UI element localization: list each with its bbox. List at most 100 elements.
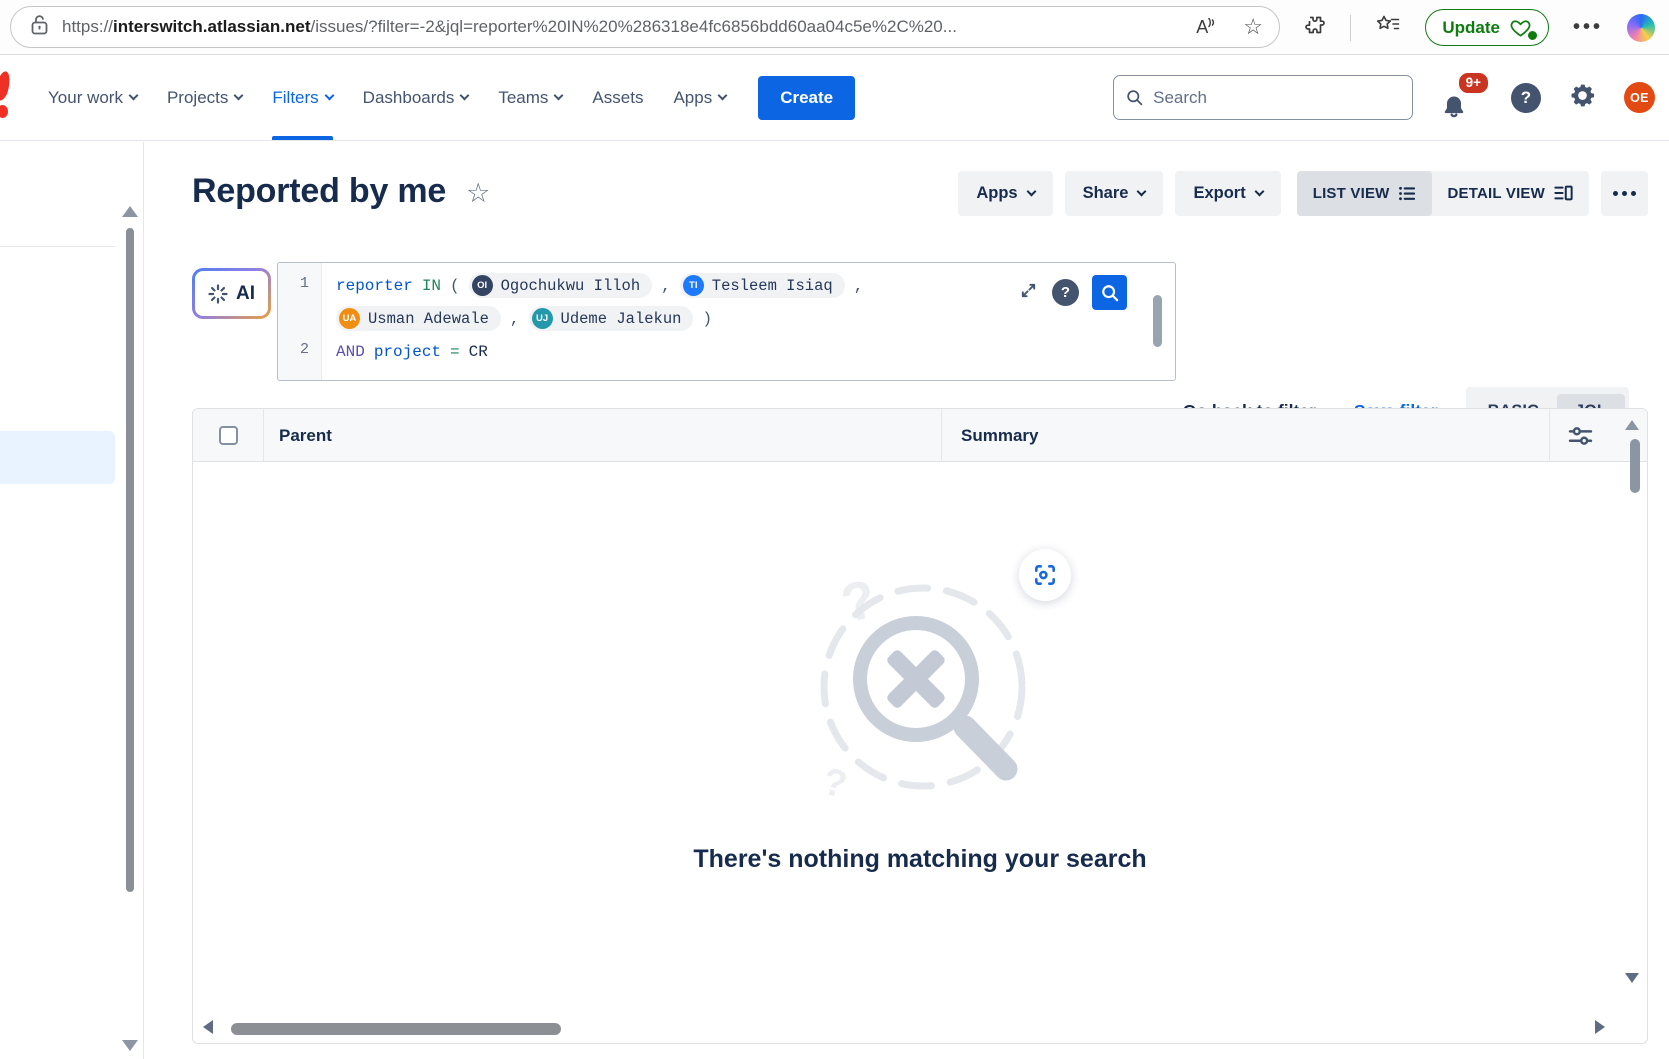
scroll-up-icon[interactable] — [122, 206, 138, 217]
read-aloud-icon[interactable]: A — [1196, 17, 1217, 38]
jql-keyword: AND — [336, 343, 365, 361]
chevron-down-icon — [1026, 186, 1036, 196]
nav-teams[interactable]: Teams — [498, 55, 562, 140]
expand-icon[interactable] — [1018, 280, 1039, 306]
bell-icon — [1440, 93, 1468, 121]
toolbar-divider — [1350, 15, 1351, 41]
scroll-up-icon[interactable] — [1625, 420, 1639, 430]
nav-dashboards[interactable]: Dashboards — [363, 55, 469, 140]
apps-button[interactable]: Apps — [958, 171, 1052, 216]
column-header-summary[interactable]: Summary — [961, 409, 1038, 462]
view-switcher: LIST VIEW DETAIL VIEW — [1297, 171, 1589, 216]
editor-scrollbar[interactable] — [1153, 295, 1162, 347]
create-button[interactable]: Create — [758, 76, 855, 120]
sliders-icon — [1568, 425, 1593, 447]
sidebar-scrollbar[interactable] — [126, 228, 134, 892]
table-header: Parent Summary — [193, 409, 1647, 462]
nav-projects[interactable]: Projects — [167, 55, 242, 140]
search-input[interactable] — [1153, 88, 1400, 108]
lock-icon[interactable] — [31, 14, 48, 40]
user-avatar: TI — [683, 275, 704, 296]
jql-editor[interactable]: 1 2 reporter IN ( OI Ogochukwu Illoh , — [277, 262, 1176, 381]
user-chip[interactable]: TI Tesleem Isiaq — [680, 273, 845, 298]
jira-issues-page: https://interswitch.atlassian.net/issues… — [0, 0, 1669, 1059]
export-button[interactable]: Export — [1175, 171, 1280, 216]
select-all-checkbox[interactable] — [219, 426, 238, 445]
browser-menu-icon[interactable]: ••• — [1573, 16, 1603, 39]
sidebar-selected-item[interactable] — [0, 431, 115, 484]
scroll-down-icon[interactable] — [122, 1040, 138, 1051]
scroll-down-icon[interactable] — [1625, 973, 1639, 983]
detail-view-icon — [1554, 185, 1573, 201]
table-vertical-scrollbar[interactable] — [1630, 439, 1640, 493]
share-button[interactable]: Share — [1065, 171, 1164, 216]
notification-badge: 9+ — [1457, 71, 1490, 95]
jql-search-button[interactable] — [1092, 275, 1127, 310]
jira-navbar: Your work Projects Filters Dashboards Te… — [0, 55, 1669, 141]
jql-value: CR — [469, 343, 488, 361]
user-chip[interactable]: UA Usman Adewale — [336, 306, 501, 331]
jql-field: project — [374, 343, 441, 361]
list-view-icon — [1399, 186, 1416, 201]
address-bar[interactable]: https://interswitch.atlassian.net/issues… — [10, 6, 1280, 48]
nav-assets[interactable]: Assets — [592, 55, 643, 140]
nav-your-work[interactable]: Your work — [48, 55, 137, 140]
chevron-down-icon — [324, 91, 334, 101]
camera-lens-icon — [1032, 562, 1058, 588]
search-icon — [1126, 88, 1143, 107]
user-chip[interactable]: OI Ogochukwu Illoh — [469, 273, 653, 298]
svg-text:?: ? — [819, 761, 850, 807]
detail-view-tab[interactable]: DETAIL VIEW — [1432, 171, 1589, 216]
empty-illustration: ? ? — [795, 561, 1045, 811]
nav-filters[interactable]: Filters — [272, 55, 332, 140]
column-header-parent[interactable]: Parent — [279, 409, 332, 462]
jql-help-icon[interactable]: ? — [1052, 279, 1079, 306]
page-title: Reported by me — [192, 172, 446, 211]
browser-update-button[interactable]: Update — [1425, 9, 1549, 46]
jql-field: reporter — [336, 277, 413, 295]
chevron-down-icon — [129, 91, 139, 101]
scroll-right-icon[interactable] — [1595, 1020, 1605, 1034]
user-avatar: OI — [472, 275, 493, 296]
sidebar-divider — [0, 246, 115, 247]
jql-operator: IN — [422, 277, 441, 295]
notifications-button[interactable]: 9+ — [1440, 75, 1484, 121]
line-numbers: 1 2 — [278, 263, 322, 380]
collections-icon[interactable] — [1375, 13, 1401, 42]
star-favorite-icon[interactable]: ☆ — [466, 178, 490, 209]
avatar[interactable]: OE — [1624, 82, 1655, 113]
list-view-tab[interactable]: LIST VIEW — [1297, 171, 1432, 216]
user-avatar: UJ — [532, 308, 553, 329]
more-options-button[interactable] — [1601, 171, 1648, 216]
main-content: Reported by me ☆ Apps Share Export LIST … — [144, 142, 1669, 1059]
app-logo[interactable] — [0, 69, 16, 125]
chevron-down-icon — [460, 91, 470, 101]
issues-table: Parent Summary ? ? — [192, 408, 1648, 1044]
settings-gear-icon[interactable] — [1568, 81, 1597, 115]
extensions-icon[interactable] — [1302, 13, 1326, 42]
user-chip[interactable]: UJ Udeme Jalekun — [529, 306, 694, 331]
table-horizontal-scrollbar[interactable] — [231, 1023, 561, 1035]
left-sidebar-rail — [0, 142, 144, 1059]
favorite-star-icon[interactable]: ☆ — [1243, 16, 1263, 38]
chevron-down-icon — [718, 91, 728, 101]
global-search[interactable] — [1113, 75, 1413, 120]
help-button[interactable]: ? — [1511, 83, 1541, 113]
browser-toolbar: https://interswitch.atlassian.net/issues… — [0, 0, 1669, 55]
search-icon — [1101, 284, 1119, 302]
nav-apps[interactable]: Apps — [673, 55, 726, 140]
empty-state-message: There's nothing matching your search — [693, 845, 1146, 874]
chevron-down-icon — [1137, 186, 1147, 196]
chevron-down-icon — [234, 91, 244, 101]
ai-sparkle-icon — [208, 284, 228, 304]
copilot-icon[interactable] — [1627, 14, 1655, 42]
update-badge — [1527, 30, 1538, 41]
ai-button[interactable]: AI — [192, 268, 271, 319]
column-settings-button[interactable] — [1565, 421, 1595, 451]
scroll-left-icon[interactable] — [203, 1020, 213, 1034]
screenshot-lens-button[interactable] — [1019, 549, 1071, 601]
jql-operator: = — [450, 343, 460, 361]
user-avatar: UA — [339, 308, 360, 329]
url-text[interactable]: https://interswitch.atlassian.net/issues… — [62, 17, 1184, 37]
chevron-down-icon — [1254, 186, 1264, 196]
